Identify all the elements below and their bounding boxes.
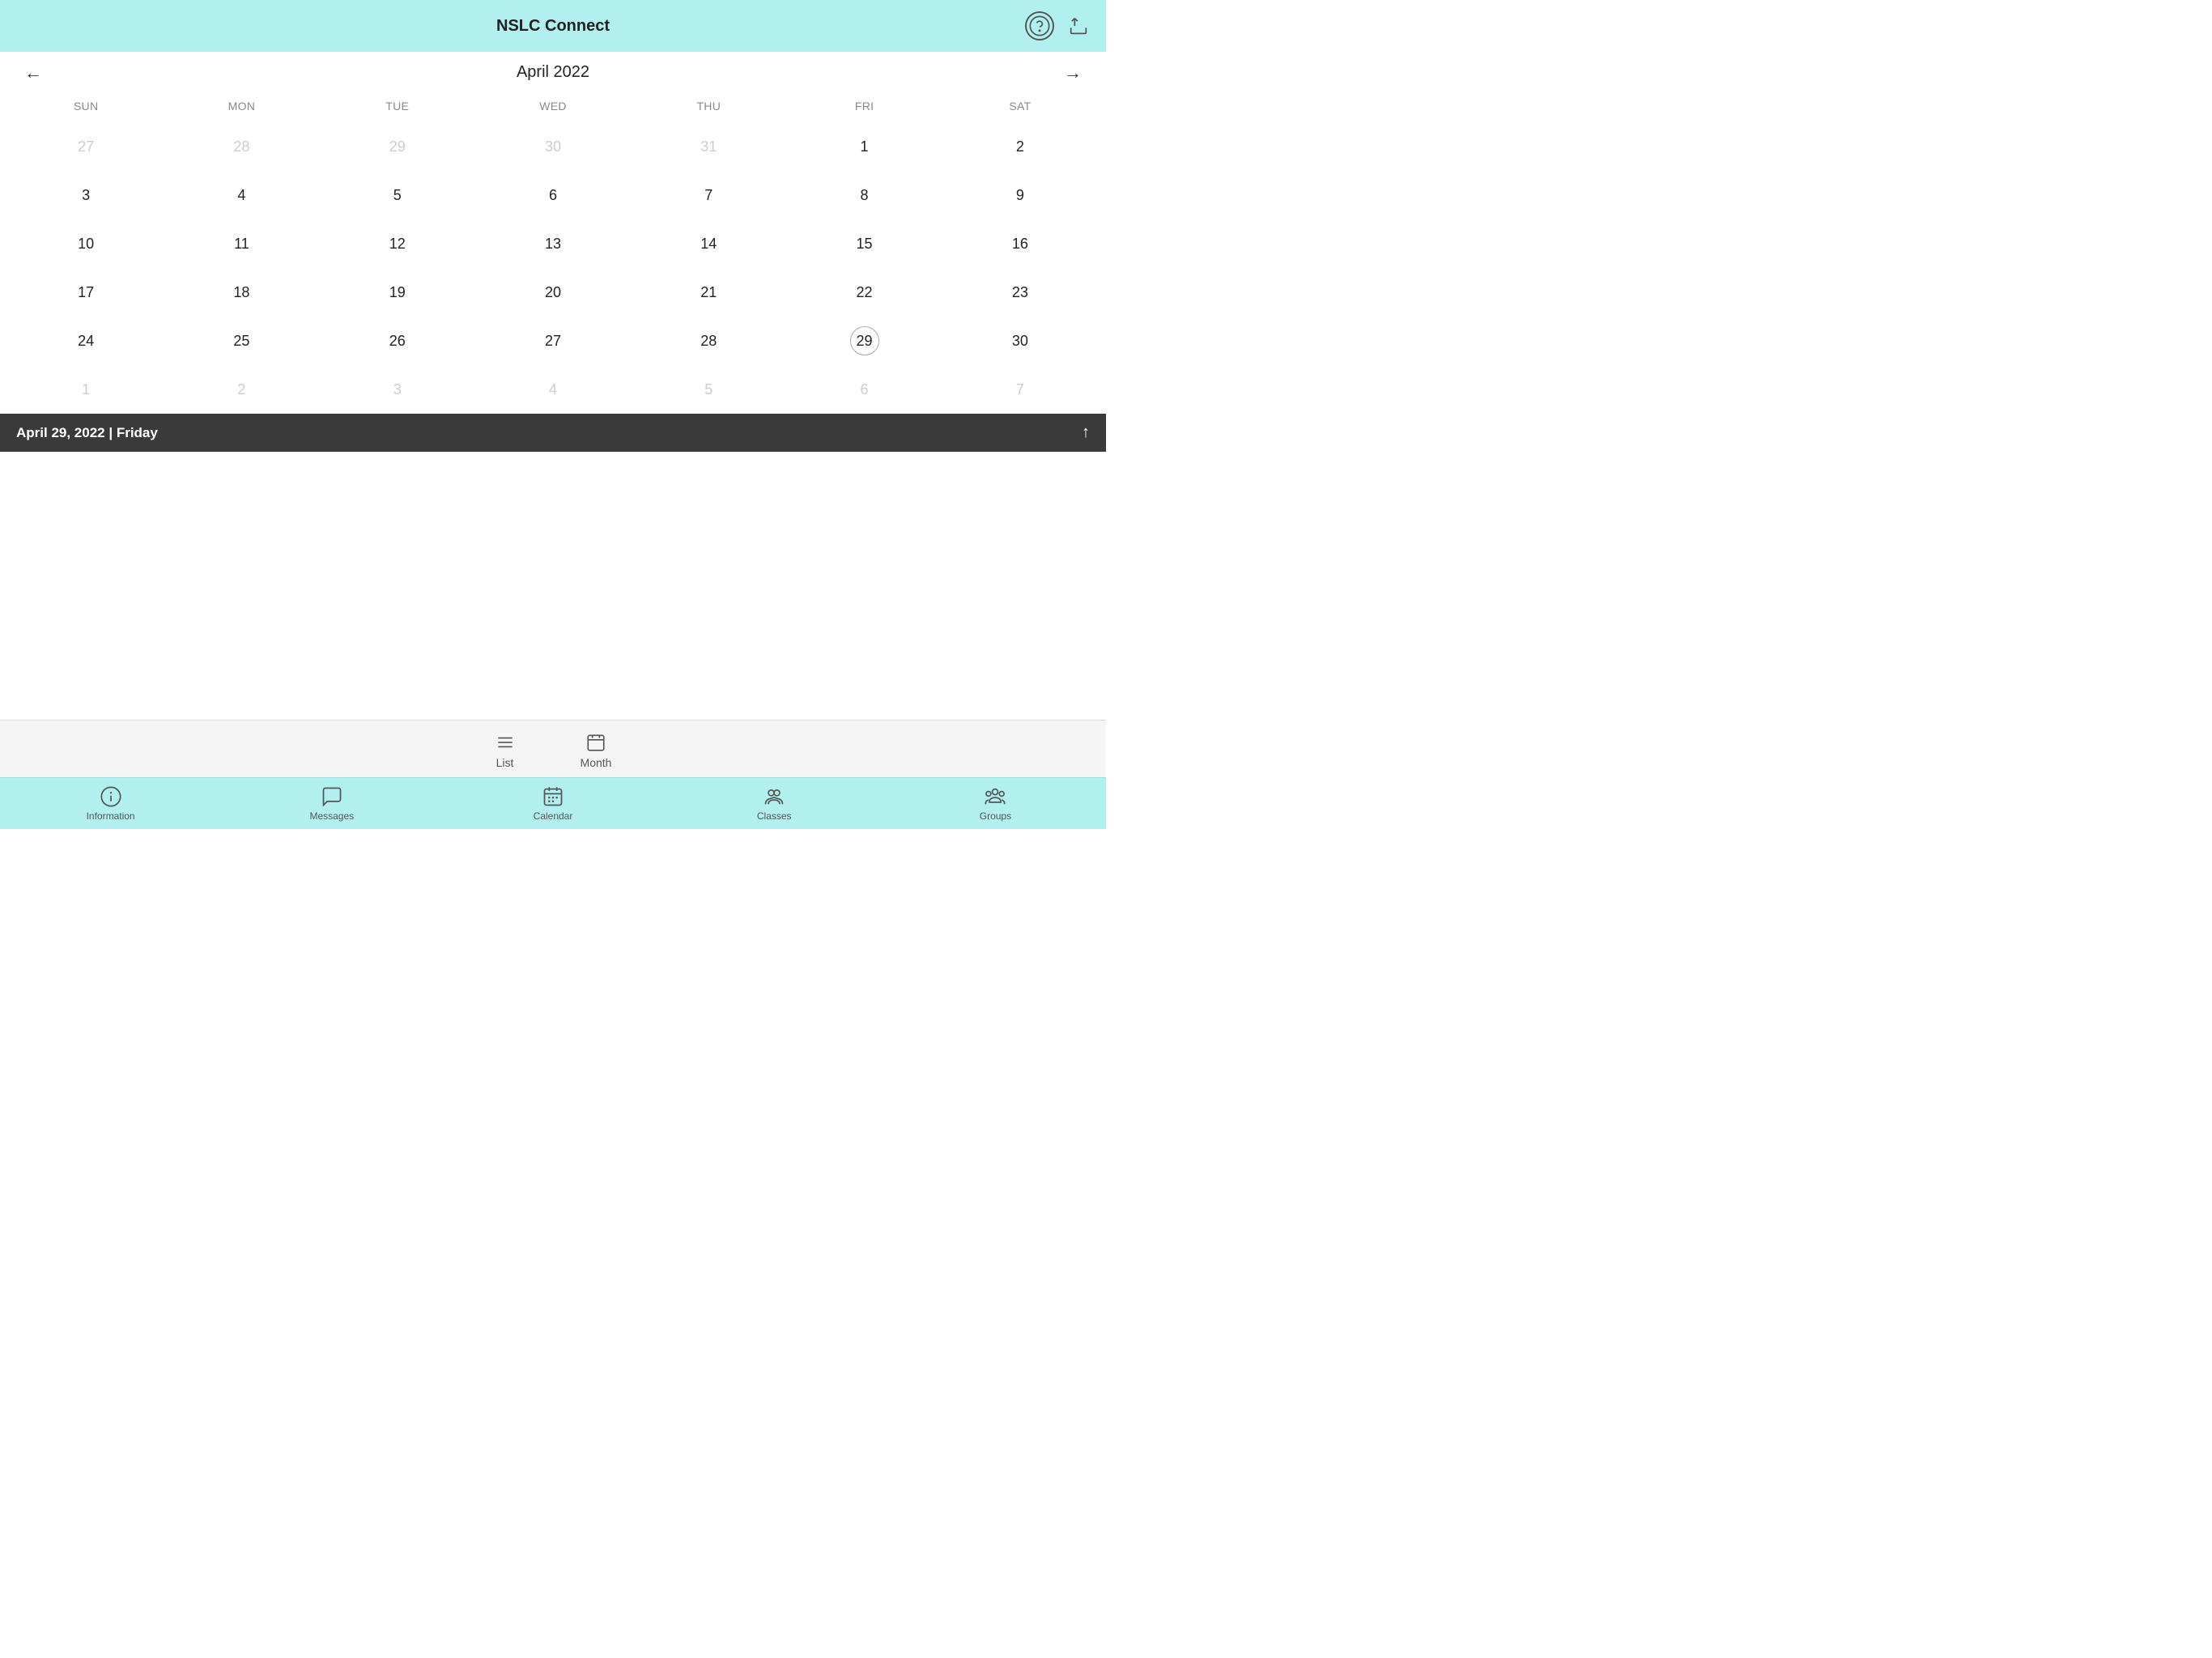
day-header-wed: WED: [475, 93, 631, 122]
classes-icon: [763, 785, 785, 808]
view-toggle: List Month: [0, 720, 1106, 777]
day-cell[interactable]: 30: [942, 317, 1098, 365]
day-cell[interactable]: 17: [8, 268, 164, 317]
events-area: [0, 452, 1106, 727]
day-cell[interactable]: 3: [8, 171, 164, 219]
nav-item-groups[interactable]: Groups: [885, 785, 1106, 822]
app-title: NSLC Connect: [496, 17, 610, 36]
day-cell[interactable]: 31: [631, 122, 786, 171]
day-cell[interactable]: 1: [8, 365, 164, 414]
day-cell[interactable]: 24: [8, 317, 164, 365]
app-header: NSLC Connect: [0, 0, 1106, 52]
day-cell[interactable]: 26: [320, 317, 475, 365]
share-icon: [1067, 15, 1090, 37]
day-cell[interactable]: 6: [786, 365, 942, 414]
day-cell[interactable]: 10: [8, 219, 164, 268]
day-cell[interactable]: 29: [320, 122, 475, 171]
day-cell[interactable]: 7: [942, 365, 1098, 414]
month-calendar-icon: [585, 732, 606, 753]
day-cell[interactable]: 7: [631, 171, 786, 219]
day-cell[interactable]: 9: [942, 171, 1098, 219]
day-cell[interactable]: 2: [164, 365, 319, 414]
question-circle-icon: [1028, 15, 1051, 37]
nav-item-classes[interactable]: Classes: [664, 785, 885, 822]
day-cell[interactable]: 28: [631, 317, 786, 365]
nav-item-messages[interactable]: Messages: [221, 785, 442, 822]
nav-item-groups-label: Groups: [980, 810, 1011, 822]
day-cell[interactable]: 22: [786, 268, 942, 317]
prev-month-button[interactable]: ←: [16, 59, 50, 87]
groups-icon: [984, 785, 1006, 808]
day-cell[interactable]: 14: [631, 219, 786, 268]
day-cell[interactable]: 30: [475, 122, 631, 171]
day-cell-selected[interactable]: 29: [786, 317, 942, 365]
bottom-nav: Information Messages Calendar: [0, 777, 1106, 829]
day-cell[interactable]: 8: [786, 171, 942, 219]
day-cell[interactable]: 3: [320, 365, 475, 414]
calendar-container: SUN MON TUE WED THU FRI SAT 27 28 29 30 …: [0, 93, 1106, 414]
collapse-arrow-icon[interactable]: ↑: [1082, 423, 1090, 442]
day-cell[interactable]: 1: [786, 122, 942, 171]
day-cell[interactable]: 19: [320, 268, 475, 317]
day-cell[interactable]: 28: [164, 122, 319, 171]
day-cell[interactable]: 4: [475, 365, 631, 414]
day-cell[interactable]: 5: [320, 171, 475, 219]
day-cell[interactable]: 27: [8, 122, 164, 171]
selected-date-bar: April 29, 2022 | Friday ↑: [0, 414, 1106, 452]
day-cell[interactable]: 16: [942, 219, 1098, 268]
day-header-sun: SUN: [8, 93, 164, 122]
help-button[interactable]: [1025, 11, 1054, 40]
next-month-button[interactable]: →: [1056, 59, 1090, 87]
day-header-mon: MON: [164, 93, 319, 122]
list-view-button[interactable]: List: [495, 732, 516, 769]
day-header-fri: FRI: [786, 93, 942, 122]
day-header-sat: SAT: [942, 93, 1098, 122]
day-cell[interactable]: 21: [631, 268, 786, 317]
month-title: April 2022: [517, 63, 589, 82]
information-icon: [100, 785, 122, 808]
day-cell[interactable]: 4: [164, 171, 319, 219]
day-cell[interactable]: 6: [475, 171, 631, 219]
day-cell[interactable]: 20: [475, 268, 631, 317]
calendar-icon: [542, 785, 564, 808]
messages-icon: [321, 785, 343, 808]
nav-item-messages-label: Messages: [309, 810, 354, 822]
month-label: Month: [581, 756, 612, 769]
day-cell[interactable]: 5: [631, 365, 786, 414]
day-header-tue: TUE: [320, 93, 475, 122]
day-cell[interactable]: 23: [942, 268, 1098, 317]
day-cell[interactable]: 13: [475, 219, 631, 268]
nav-item-calendar-label: Calendar: [534, 810, 573, 822]
calendar-grid: SUN MON TUE WED THU FRI SAT 27 28 29 30 …: [8, 93, 1098, 414]
day-header-thu: THU: [631, 93, 786, 122]
day-cell[interactable]: 2: [942, 122, 1098, 171]
day-cell[interactable]: 11: [164, 219, 319, 268]
share-button[interactable]: [1064, 11, 1093, 40]
month-view-button[interactable]: Month: [581, 732, 612, 769]
nav-item-classes-label: Classes: [757, 810, 792, 822]
day-cell[interactable]: 27: [475, 317, 631, 365]
nav-item-calendar[interactable]: Calendar: [442, 785, 663, 822]
header-icons: [1025, 11, 1093, 40]
nav-item-information[interactable]: Information: [0, 785, 221, 822]
list-label: List: [496, 756, 514, 769]
nav-item-information-label: Information: [87, 810, 135, 822]
calendar-nav: ← April 2022 →: [0, 52, 1106, 93]
selected-date-label: April 29, 2022 | Friday: [16, 425, 158, 441]
day-cell[interactable]: 18: [164, 268, 319, 317]
list-icon: [495, 732, 516, 753]
day-cell[interactable]: 12: [320, 219, 475, 268]
day-cell[interactable]: 25: [164, 317, 319, 365]
day-cell[interactable]: 15: [786, 219, 942, 268]
